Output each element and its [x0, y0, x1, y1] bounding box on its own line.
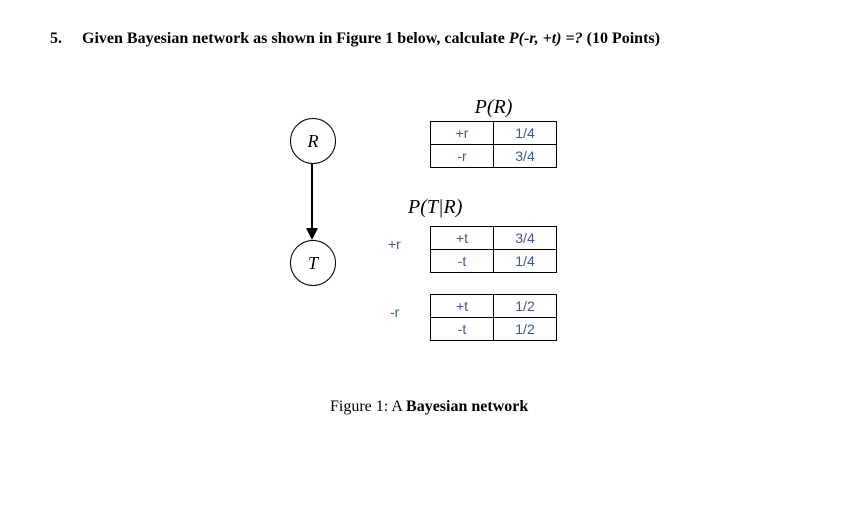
- caption-prefix: Figure 1: A: [330, 398, 406, 415]
- ptr1-row1-value: 1/4: [494, 250, 557, 273]
- caption-bold: Bayesian network: [406, 398, 528, 415]
- node-r-label: R: [308, 131, 319, 152]
- figure-area: R T P(R) +r 1/4 -r 3/4 P(T|R) +r: [270, 108, 808, 438]
- question-points: (10 Points): [583, 30, 660, 47]
- pr-row0-value: 1/4: [494, 122, 557, 145]
- ptr-minus-r-table-block: +t 1/2 -t 1/2: [430, 294, 557, 341]
- pr-row1-value: 3/4: [494, 145, 557, 168]
- ptr2-row0-label: +t: [431, 295, 494, 318]
- p-r-table: +r 1/4 -r 3/4: [430, 121, 557, 168]
- arrow-r-to-t: [306, 164, 318, 240]
- node-r: R: [290, 118, 336, 164]
- figure-caption: Figure 1: A Bayesian network: [330, 398, 528, 416]
- ptr1-row1-label: -t: [431, 250, 494, 273]
- question-number: 5.: [50, 30, 78, 48]
- p-t-r-title: P(T|R): [408, 196, 462, 219]
- table-row: -t 1/2: [431, 318, 557, 341]
- pr-row0-label: +r: [431, 122, 494, 145]
- question-text: 5. Given Bayesian network as shown in Fi…: [50, 30, 808, 48]
- ptr-plus-r-table-block: +t 3/4 -t 1/4: [430, 226, 557, 273]
- p-r-title: P(R): [430, 96, 557, 119]
- ptr1-row0-label: +t: [431, 227, 494, 250]
- node-t-label: T: [308, 253, 318, 274]
- p-r-table-block: P(R) +r 1/4 -r 3/4: [430, 96, 557, 168]
- table-row: -t 1/4: [431, 250, 557, 273]
- node-t: T: [290, 240, 336, 286]
- table-row: +t 3/4: [431, 227, 557, 250]
- cond-label-minus-r: -r: [390, 304, 399, 320]
- question-prefix: Given Bayesian network as shown in Figur…: [82, 30, 509, 47]
- table-row: +r 1/4: [431, 122, 557, 145]
- ptr1-row0-value: 3/4: [494, 227, 557, 250]
- table-row: +t 1/2: [431, 295, 557, 318]
- ptr2-row1-value: 1/2: [494, 318, 557, 341]
- question-formula: P(-r, +t) =?: [509, 30, 583, 47]
- pr-row1-label: -r: [431, 145, 494, 168]
- ptr-plus-r-table: +t 3/4 -t 1/4: [430, 226, 557, 273]
- ptr-minus-r-table: +t 1/2 -t 1/2: [430, 294, 557, 341]
- ptr2-row1-label: -t: [431, 318, 494, 341]
- table-row: -r 3/4: [431, 145, 557, 168]
- p-t-r-block: P(T|R): [408, 196, 462, 221]
- cond-label-plus-r: +r: [388, 236, 401, 252]
- ptr2-row0-value: 1/2: [494, 295, 557, 318]
